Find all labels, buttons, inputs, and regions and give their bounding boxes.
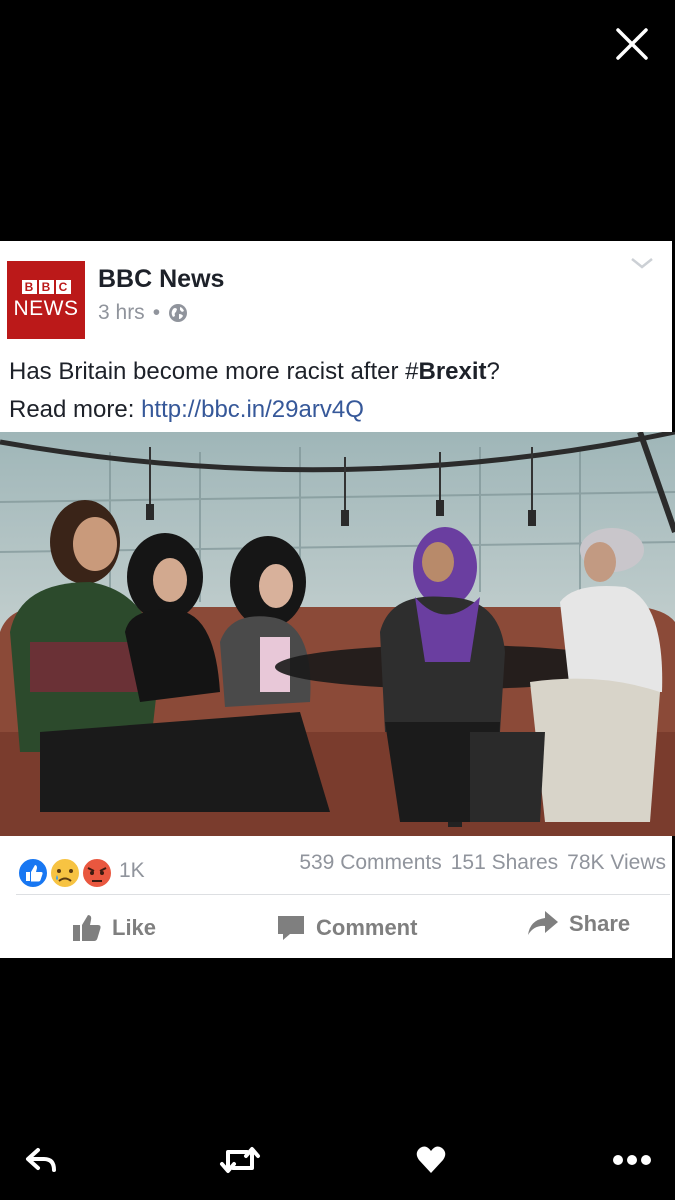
bbc-news-logo[interactable]: B B C NEWS	[7, 261, 85, 339]
share-button[interactable]: Share	[527, 909, 630, 939]
page-name[interactable]: BBC News	[98, 265, 224, 294]
like-label: Like	[112, 915, 157, 940]
share-arrow-icon	[528, 911, 558, 935]
engagement-stats: 1K 539 Comments 151 Shares 78K Views	[0, 841, 672, 897]
post-time[interactable]: 3 hrs	[98, 301, 145, 325]
comment-button[interactable]: Comment	[276, 913, 417, 943]
logo-news-text: NEWS	[13, 296, 79, 320]
like-button[interactable]: Like	[72, 913, 156, 943]
post-text-before: Has Britain become more racist after #	[9, 358, 419, 385]
retweet-icon[interactable]	[219, 1144, 261, 1176]
post-counts: 539 Comments 151 Shares 78K Views	[299, 851, 666, 875]
post-text-line2: Read more: http://bbc.in/29arv4Q	[9, 391, 500, 429]
angry-icon	[81, 857, 113, 889]
reply-icon[interactable]	[24, 1144, 58, 1176]
post-actions: Like Comment Share	[0, 901, 672, 958]
logo-letter-b1: B	[21, 279, 37, 294]
share-label: Share	[569, 911, 631, 936]
logo-letters: B B C	[21, 279, 71, 294]
logo-letter-c: C	[55, 279, 71, 294]
read-more-label: Read more:	[9, 396, 142, 423]
actions-divider	[16, 894, 670, 895]
close-icon[interactable]	[612, 24, 652, 64]
meta-separator: •	[152, 301, 161, 324]
logo-letter-b2: B	[38, 279, 54, 294]
post-link[interactable]: http://bbc.in/29arv4Q	[141, 396, 364, 423]
facebook-post-card: B B C NEWS BBC News 3 hrs • Has Britain …	[0, 241, 675, 958]
reaction-count[interactable]: 1K	[119, 859, 145, 883]
post-text-after: ?	[486, 358, 500, 385]
hashtag-brexit[interactable]: Brexit	[419, 358, 487, 385]
chevron-down-icon[interactable]	[628, 253, 656, 273]
like-icon	[17, 857, 49, 889]
post-message: Has Britain become more racist after #Br…	[9, 353, 500, 429]
shares-count[interactable]: 151 Shares	[451, 851, 558, 875]
post-photo[interactable]	[0, 432, 675, 836]
comment-label: Comment	[316, 915, 418, 940]
more-icon[interactable]	[612, 1144, 652, 1176]
heart-icon[interactable]	[415, 1144, 447, 1176]
sad-icon	[49, 857, 81, 889]
comment-icon	[278, 916, 304, 940]
thumbs-up-icon	[73, 915, 101, 941]
globe-icon	[169, 304, 188, 322]
reactions-icons[interactable]	[17, 857, 113, 889]
post-meta: 3 hrs •	[98, 301, 188, 325]
post-text-line1: Has Britain become more racist after #Br…	[9, 353, 500, 391]
views-count[interactable]: 78K Views	[567, 851, 666, 875]
comments-count[interactable]: 539 Comments	[299, 851, 441, 875]
